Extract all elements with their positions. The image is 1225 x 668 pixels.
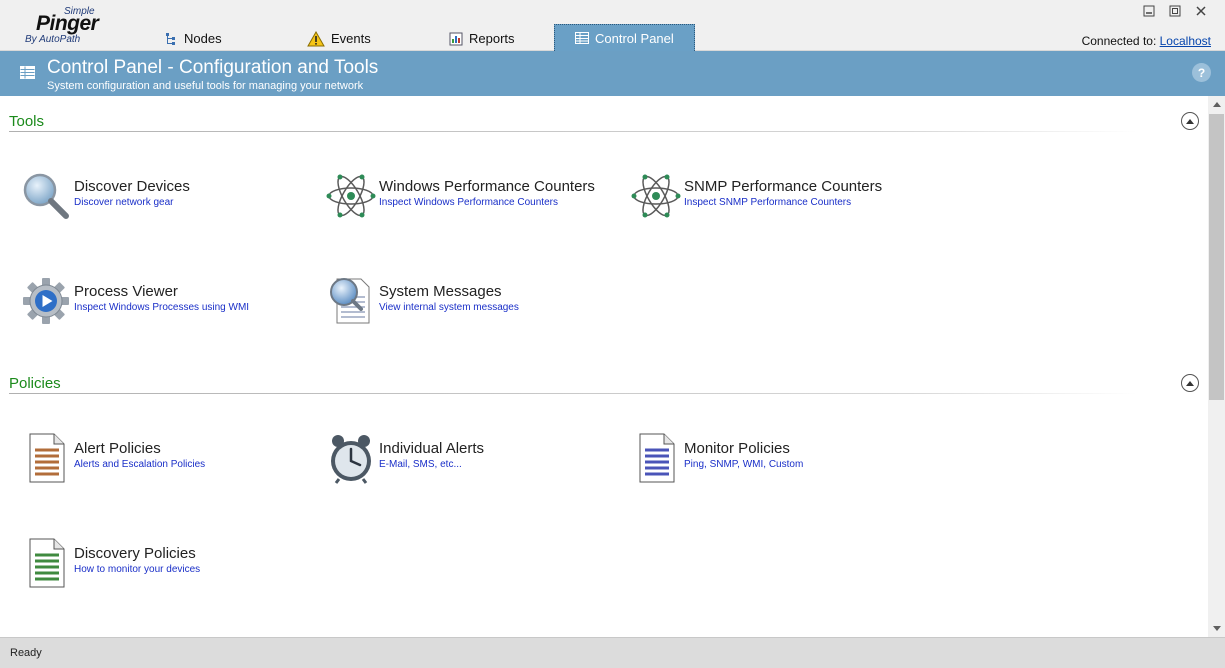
tool-description: Inspect Windows Performance Counters xyxy=(379,197,558,208)
nodes-tree-icon xyxy=(164,32,178,46)
close-icon[interactable] xyxy=(1191,3,1211,19)
tool-name: Discovery Policies xyxy=(74,545,196,562)
tool-description: View internal system messages xyxy=(379,302,519,313)
chevron-up-icon xyxy=(1186,119,1194,124)
tool-name: Discover Devices xyxy=(74,178,190,195)
scroll-up-arrow[interactable] xyxy=(1208,96,1225,113)
tool-description: Discover network gear xyxy=(74,197,174,208)
tool-description: E-Mail, SMS, etc... xyxy=(379,459,462,470)
tab-control-panel-label: Control Panel xyxy=(595,30,674,46)
logo-by-text: By AutoPath xyxy=(25,34,81,45)
magnifier-icon xyxy=(20,170,72,222)
chevron-up-icon xyxy=(1186,381,1194,386)
restore-icon[interactable] xyxy=(1165,3,1185,19)
page-title: Control Panel - Configuration and Tools xyxy=(47,57,379,78)
section-divider xyxy=(9,393,1137,394)
logo-pinger-text: Pinger xyxy=(36,12,99,35)
app-logo: Simple Pinger By AutoPath xyxy=(22,6,112,48)
help-button[interactable]: ? xyxy=(1192,63,1211,82)
document-icon xyxy=(20,537,72,589)
atom-icon xyxy=(325,170,377,222)
tool-alert-policies[interactable]: Alert Policies Alerts and Escalation Pol… xyxy=(20,432,205,484)
gear-play-icon xyxy=(20,275,72,327)
tool-description: Inspect Windows Processes using WMI xyxy=(74,302,250,313)
tab-events-label: Events xyxy=(331,31,371,46)
top-bar: Simple Pinger By AutoPath Nodes Events R… xyxy=(0,0,1225,51)
status-bar: Ready xyxy=(0,637,1225,668)
control-panel-icon xyxy=(20,66,35,84)
connection-host-link[interactable]: Localhost xyxy=(1160,34,1211,48)
tool-name: SNMP Performance Counters xyxy=(684,178,883,195)
collapse-tools-button[interactable] xyxy=(1181,112,1199,130)
section-title-tools: Tools xyxy=(9,113,45,130)
connection-label: Connected to: xyxy=(1081,34,1157,48)
page-subtitle: System configuration and useful tools fo… xyxy=(47,80,364,92)
tab-control-panel[interactable]: Control Panel xyxy=(554,24,695,51)
tab-reports[interactable]: Reports xyxy=(449,26,515,51)
control-panel-icon xyxy=(575,32,589,44)
tool-name: Monitor Policies xyxy=(684,440,790,457)
tool-name: Individual Alerts xyxy=(379,440,485,457)
tool-individual-alerts[interactable]: Individual Alerts E-Mail, SMS, etc... xyxy=(325,432,484,484)
tool-name: Process Viewer xyxy=(74,283,178,300)
minimize-icon[interactable] xyxy=(1139,3,1159,19)
tab-events[interactable]: Events xyxy=(307,26,371,51)
alarm-clock-icon xyxy=(325,432,377,484)
tool-description: How to monitor your devices xyxy=(74,564,201,575)
tool-description: Alerts and Escalation Policies xyxy=(74,459,206,470)
collapse-policies-button[interactable] xyxy=(1181,374,1199,392)
document-search-icon xyxy=(325,275,377,327)
chevron-down-icon xyxy=(1212,626,1221,631)
tool-name: Alert Policies xyxy=(74,440,161,457)
warning-icon xyxy=(307,30,325,47)
tool-process-viewer[interactable]: Process Viewer Inspect Windows Processes… xyxy=(20,275,249,327)
tab-reports-label: Reports xyxy=(469,31,515,46)
tool-discover-devices[interactable]: Discover Devices Discover network gear xyxy=(20,170,190,222)
document-icon xyxy=(630,432,682,484)
tool-windows-performance-counters[interactable]: Windows Performance Counters Inspect Win… xyxy=(325,170,595,222)
main-content: Tools Discover Devices Discover network … xyxy=(0,96,1208,637)
section-divider xyxy=(9,131,1137,132)
tool-discovery-policies[interactable]: Discovery Policies How to monitor your d… xyxy=(20,537,200,589)
status-text: Ready xyxy=(10,647,42,659)
page-header: Control Panel - Configuration and Tools … xyxy=(0,51,1225,96)
scroll-down-arrow[interactable] xyxy=(1208,620,1225,637)
chevron-up-icon xyxy=(1212,102,1221,107)
window-controls xyxy=(1139,3,1211,19)
connection-status: Connected to: Localhost xyxy=(1082,34,1211,48)
atom-icon xyxy=(630,170,682,222)
tool-name: Windows Performance Counters xyxy=(379,178,595,195)
tool-description: Inspect SNMP Performance Counters xyxy=(684,197,852,208)
tool-description: Ping, SNMP, WMI, Custom xyxy=(684,459,804,470)
reports-icon xyxy=(449,32,463,46)
tool-monitor-policies[interactable]: Monitor Policies Ping, SNMP, WMI, Custom xyxy=(630,432,803,484)
tab-nodes-label: Nodes xyxy=(184,31,222,46)
vertical-scrollbar[interactable] xyxy=(1208,96,1225,637)
section-title-policies: Policies xyxy=(9,375,61,392)
tab-nodes[interactable]: Nodes xyxy=(164,26,222,51)
document-icon xyxy=(20,432,72,484)
scroll-thumb[interactable] xyxy=(1209,114,1224,400)
tool-system-messages[interactable]: System Messages View internal system mes… xyxy=(325,275,519,327)
tool-snmp-performance-counters[interactable]: SNMP Performance Counters Inspect SNMP P… xyxy=(630,170,882,222)
tool-name: System Messages xyxy=(379,283,502,300)
